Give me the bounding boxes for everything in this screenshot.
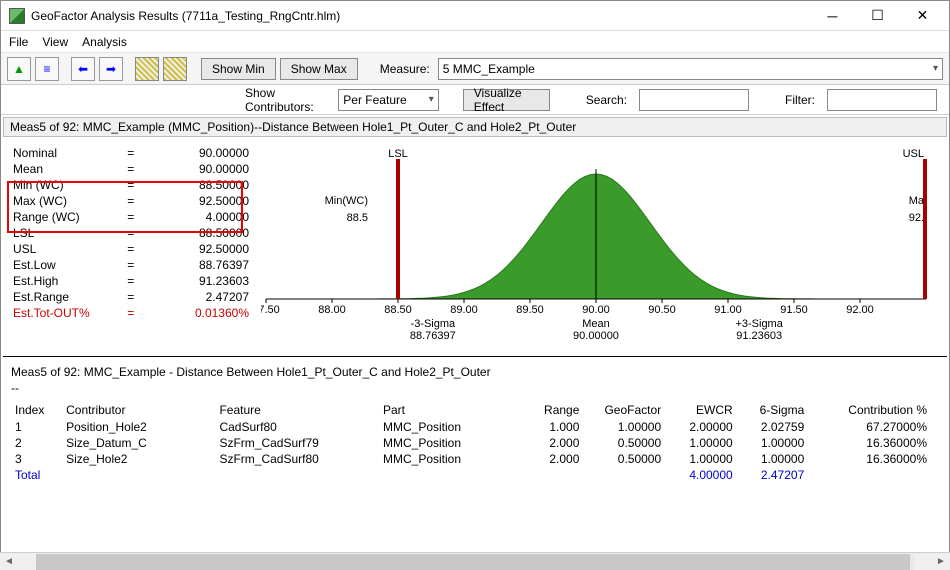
svg-text:90.50: 90.50: [648, 304, 676, 316]
menu-bar: File View Analysis: [1, 31, 949, 53]
stat-row: Mean=90.00000: [11, 161, 251, 177]
contrib-dash: --: [11, 381, 939, 395]
chart1-icon[interactable]: [135, 57, 159, 81]
stat-row: Est.Range=2.47207: [11, 289, 251, 305]
scroll-right-icon[interactable]: ►: [932, 556, 950, 567]
maximize-button[interactable]: ☐: [855, 2, 900, 30]
table-row: 2Size_Datum_CSzFrm_CadSurf79MMC_Position…: [11, 435, 931, 451]
svg-text:89.50: 89.50: [516, 304, 544, 316]
scroll-left-icon[interactable]: ◄: [0, 556, 18, 567]
contrib-header: Meas5 of 92: MMC_Example - Distance Betw…: [11, 365, 939, 379]
stat-row: LSL=88.50000: [11, 225, 251, 241]
arrow-right-icon[interactable]: ➡: [99, 57, 123, 81]
toolbar: ▲ ≡ ⬅ ➡ Show Min Show Max Measure: 5 MMC…: [1, 53, 949, 85]
menu-view[interactable]: View: [42, 35, 68, 49]
close-button[interactable]: ✕: [900, 2, 945, 30]
show-contributors-label: Show Contributors:: [241, 86, 330, 114]
svg-text:92.: 92.: [909, 212, 924, 224]
show-contributors-value: Per Feature: [343, 93, 406, 107]
contrib-header-row: IndexContributorFeaturePart RangeGeoFact…: [11, 401, 931, 419]
stat-row: Est.Low=88.76397: [11, 257, 251, 273]
svg-text:+3-Sigma: +3-Sigma: [735, 318, 783, 330]
table-row: 1Position_Hole2CadSurf80MMC_Position1.00…: [11, 419, 931, 435]
horizontal-scrollbar[interactable]: ◄ ►: [0, 552, 950, 570]
chart2-icon[interactable]: [163, 57, 187, 81]
stat-row: Est.Tot-OUT%=0.01360%: [11, 305, 251, 321]
svg-text:91.23603: 91.23603: [736, 330, 782, 342]
svg-text:91.00: 91.00: [714, 304, 742, 316]
svg-text:90.00: 90.00: [582, 304, 610, 316]
content-area: Meas5 of 92: MMC_Example (MMC_Position)-…: [1, 115, 949, 553]
search-input[interactable]: [639, 89, 749, 111]
table-row: 3Size_Hole2SzFrm_CadSurf80MMC_Position2.…: [11, 451, 931, 467]
stat-row: Nominal=90.00000: [11, 145, 251, 161]
filter-bar: Show Contributors: Per Feature Visualize…: [1, 85, 949, 115]
show-min-button[interactable]: Show Min: [201, 58, 276, 80]
contributors-section: Meas5 of 92: MMC_Example - Distance Betw…: [1, 361, 949, 487]
svg-text:-3-Sigma: -3-Sigma: [411, 318, 457, 330]
measure-header: Meas5 of 92: MMC_Example (MMC_Position)-…: [3, 117, 947, 137]
svg-text:Mean: Mean: [582, 318, 610, 330]
visualize-effect-button[interactable]: Visualize Effect: [463, 89, 550, 111]
svg-text:90.00000: 90.00000: [573, 330, 619, 342]
search-label: Search:: [582, 93, 631, 107]
minimize-button[interactable]: ─: [810, 2, 855, 30]
stat-row: USL=92.50000: [11, 241, 251, 257]
stats-table: Nominal=90.00000Mean=90.00000Min (WC)=88…: [1, 139, 261, 352]
menu-analysis[interactable]: Analysis: [82, 35, 127, 49]
measure-dropdown[interactable]: 5 MMC_Example: [438, 58, 943, 80]
triangle-up-icon[interactable]: ▲: [7, 57, 31, 81]
svg-text:92.00: 92.00: [846, 304, 874, 316]
svg-text:Ma: Ma: [909, 195, 925, 207]
measure-label: Measure:: [376, 62, 434, 76]
svg-text:87.50: 87.50: [261, 304, 280, 316]
menu-file[interactable]: File: [9, 35, 28, 49]
svg-text:88.5: 88.5: [347, 212, 368, 224]
svg-text:88.76397: 88.76397: [410, 330, 456, 342]
svg-text:Min(WC): Min(WC): [325, 195, 368, 207]
svg-text:88.50: 88.50: [384, 304, 412, 316]
divider: [3, 356, 947, 357]
filter-input[interactable]: [827, 89, 937, 111]
stat-row: Range (WC)=4.00000: [11, 209, 251, 225]
lines-icon[interactable]: ≡: [35, 57, 59, 81]
table-total-row: Total4.000002.47207: [11, 467, 931, 483]
show-contributors-dropdown[interactable]: Per Feature: [338, 89, 438, 111]
show-max-button[interactable]: Show Max: [280, 58, 358, 80]
svg-text:89.00: 89.00: [450, 304, 478, 316]
title-bar: GeoFactor Analysis Results (7711a_Testin…: [1, 1, 949, 31]
svg-text:91.50: 91.50: [780, 304, 808, 316]
measure-value: 5 MMC_Example: [443, 62, 535, 76]
stat-row: Min (WC)=88.50000: [11, 177, 251, 193]
app-icon: [9, 8, 25, 24]
svg-text:88.00: 88.00: [318, 304, 346, 316]
arrow-left-icon[interactable]: ⬅: [71, 57, 95, 81]
stat-row: Est.High=91.23603: [11, 273, 251, 289]
svg-text:LSL: LSL: [388, 148, 408, 160]
window-title: GeoFactor Analysis Results (7711a_Testin…: [31, 9, 810, 23]
filter-label: Filter:: [781, 93, 819, 107]
svg-text:USL: USL: [903, 148, 924, 160]
distribution-chart: 87.50 88.00 88.50 89.00 89.50 90.00 90.50 91.00…: [261, 139, 945, 352]
stat-row: Max (WC)=92.50000: [11, 193, 251, 209]
